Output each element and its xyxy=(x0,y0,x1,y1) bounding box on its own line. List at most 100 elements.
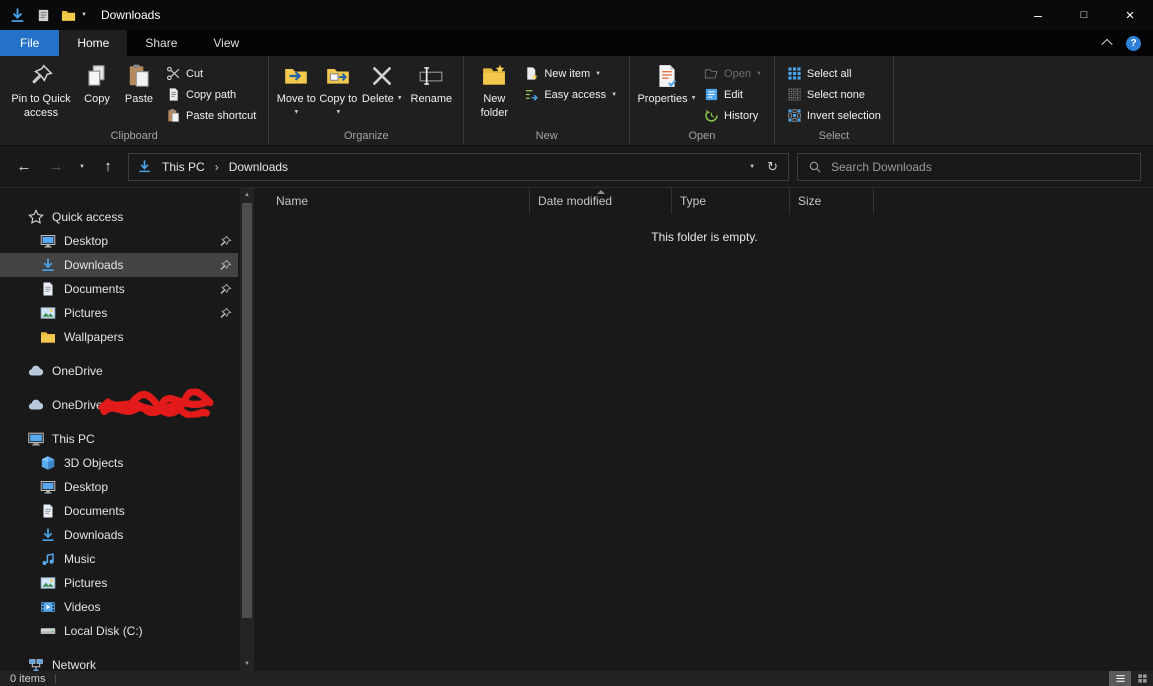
details-view-button[interactable] xyxy=(1109,671,1131,686)
forward-button: → xyxy=(48,158,64,175)
sidebar-item-downloads[interactable]: Downloads xyxy=(0,523,238,547)
sidebar-item-pictures[interactable]: Pictures xyxy=(0,301,238,325)
pushpin-icon xyxy=(28,63,54,89)
sidebar-item-onedrive[interactable]: OneDrive xyxy=(0,359,238,383)
pc-icon xyxy=(28,431,44,447)
network-icon xyxy=(28,657,44,671)
sidebar-item-documents[interactable]: Documents xyxy=(0,277,238,301)
button-label: Pin to Quick access xyxy=(11,93,71,119)
sidebar-item-label: Desktop xyxy=(64,480,109,494)
file-list-area[interactable]: This folder is empty. xyxy=(256,214,1153,671)
dropdown-arrow-icon: ▼ xyxy=(396,95,403,102)
up-button[interactable]: ↑ xyxy=(96,158,120,175)
sidebar-item-local-disk-c[interactable]: Local Disk (C:) xyxy=(0,619,238,643)
tab-file[interactable]: File xyxy=(0,30,60,56)
move-to-button[interactable]: Move to ▼ xyxy=(275,59,317,130)
paste-shortcut-button[interactable]: Paste shortcut xyxy=(162,105,260,126)
pictures-icon xyxy=(40,305,56,321)
sidebar-item-network[interactable]: Network xyxy=(0,653,238,671)
sidebar-item-downloads[interactable]: Downloads xyxy=(0,253,238,277)
maximize-button[interactable]: □ xyxy=(1061,0,1107,30)
sidebar-item-documents[interactable]: Documents xyxy=(0,499,238,523)
new-item-icon xyxy=(524,66,539,81)
tab-view[interactable]: View xyxy=(195,30,257,56)
search-icon xyxy=(808,160,822,174)
sidebar-item-label: 3D Objects xyxy=(64,456,124,470)
button-label: Properties ▼ xyxy=(637,93,696,107)
qat-properties-icon[interactable] xyxy=(36,8,51,23)
qat-customize-chevron-icon[interactable]: ▼ xyxy=(81,12,87,18)
scrollbar-thumb[interactable] xyxy=(242,203,252,618)
downloads-folder-icon xyxy=(137,159,152,174)
sidebar-item-videos[interactable]: Videos xyxy=(0,595,238,619)
ribbon-group-label: Open xyxy=(688,130,716,142)
sidebar-item-quick-access[interactable]: Quick access xyxy=(0,205,238,229)
column-header-size[interactable]: Size xyxy=(790,188,874,214)
ribbon-group-organize: Move to ▼ Copy to ▼ Delete ▼ Rename Orga… xyxy=(269,56,465,145)
large-icons-view-button[interactable] xyxy=(1131,671,1153,686)
sidebar-scrollbar[interactable]: ▲ ▼ xyxy=(240,188,254,671)
breadcrumb-downloads[interactable]: Downloads xyxy=(226,160,291,174)
breadcrumb-separator-icon[interactable]: › xyxy=(215,160,219,174)
cut-button[interactable]: Cut xyxy=(162,63,260,84)
help-icon[interactable]: ? xyxy=(1126,35,1141,51)
sidebar-item-3d-objects[interactable]: 3D Objects xyxy=(0,451,238,475)
button-label: Cut xyxy=(186,67,204,80)
search-input[interactable] xyxy=(831,159,1130,174)
cube-icon xyxy=(40,455,56,471)
easy-access-button[interactable]: Easy access ▼ xyxy=(520,84,621,105)
status-divider xyxy=(55,673,57,684)
copy-path-button[interactable]: Copy path xyxy=(162,84,260,105)
recent-locations-chevron-icon[interactable]: ▼ xyxy=(76,164,88,170)
copy-button[interactable]: Copy xyxy=(76,59,118,130)
sidebar-item-desktop[interactable]: Desktop xyxy=(0,229,238,253)
edit-button[interactable]: Edit xyxy=(700,84,766,105)
edit-icon xyxy=(704,87,719,102)
tab-share[interactable]: Share xyxy=(127,30,195,56)
clipboard-paste-icon xyxy=(126,63,152,89)
minimize-ribbon-chevron-icon[interactable] xyxy=(1101,38,1113,51)
new-item-button[interactable]: New item ▼ xyxy=(520,63,621,84)
pin-to-quick-access-button[interactable]: Pin to Quick access xyxy=(6,59,76,130)
history-button[interactable]: History xyxy=(700,105,766,126)
button-label: Copy xyxy=(84,93,110,105)
sidebar-item-music[interactable]: Music xyxy=(0,547,238,571)
close-button[interactable]: × xyxy=(1107,0,1153,30)
breadcrumb-this-pc[interactable]: This PC xyxy=(159,160,208,174)
sidebar-item-label: Documents xyxy=(64,282,125,296)
sidebar-item-label: Wallpapers xyxy=(64,330,124,344)
back-button[interactable]: ← xyxy=(12,158,36,175)
titlebar[interactable]: ▼ Downloads – □ × xyxy=(0,0,1153,30)
new-folder-button[interactable]: New folder xyxy=(470,59,518,130)
properties-icon xyxy=(654,63,680,89)
column-header-type[interactable]: Type xyxy=(672,188,790,214)
cloud-icon xyxy=(28,363,44,379)
sidebar-item-wallpapers[interactable]: Wallpapers xyxy=(0,325,238,349)
address-history-chevron-icon[interactable]: ▼ xyxy=(749,164,755,170)
delete-button[interactable]: Delete ▼ xyxy=(359,59,405,130)
address-bar[interactable]: This PC › Downloads ▼ ↻ xyxy=(128,152,789,181)
column-header-name[interactable]: Name xyxy=(256,188,530,214)
button-label: Invert selection xyxy=(806,109,881,122)
sidebar-item-label: OneDrive xyxy=(52,364,103,378)
paste-button[interactable]: Paste xyxy=(118,59,160,130)
invert-selection-button[interactable]: Invert selection xyxy=(783,105,885,126)
rename-button[interactable]: Rename xyxy=(405,59,457,130)
sidebar-item-desktop[interactable]: Desktop xyxy=(0,475,238,499)
sidebar-item-this-pc[interactable]: This PC xyxy=(0,427,238,451)
refresh-icon[interactable]: ↻ xyxy=(767,159,778,175)
select-none-button[interactable]: Select none xyxy=(783,84,885,105)
sidebar-item-onedrive[interactable]: OneDrive - xyxy=(0,388,238,419)
scroll-up-icon[interactable]: ▲ xyxy=(240,188,254,202)
scroll-down-icon[interactable]: ▼ xyxy=(240,657,254,671)
copy-to-button[interactable]: Copy to ▼ xyxy=(317,59,359,130)
tab-home[interactable]: Home xyxy=(59,30,128,56)
sidebar-item-pictures[interactable]: Pictures xyxy=(0,571,238,595)
sidebar-item-label: Desktop xyxy=(64,234,109,248)
select-all-button[interactable]: Select all xyxy=(783,63,885,84)
qat-new-folder-icon[interactable] xyxy=(61,8,76,23)
search-box[interactable] xyxy=(797,152,1141,181)
column-header-date-modified[interactable]: Date modified xyxy=(530,188,672,214)
properties-button[interactable]: Properties ▼ xyxy=(636,59,698,130)
minimize-button[interactable]: – xyxy=(1015,0,1061,30)
